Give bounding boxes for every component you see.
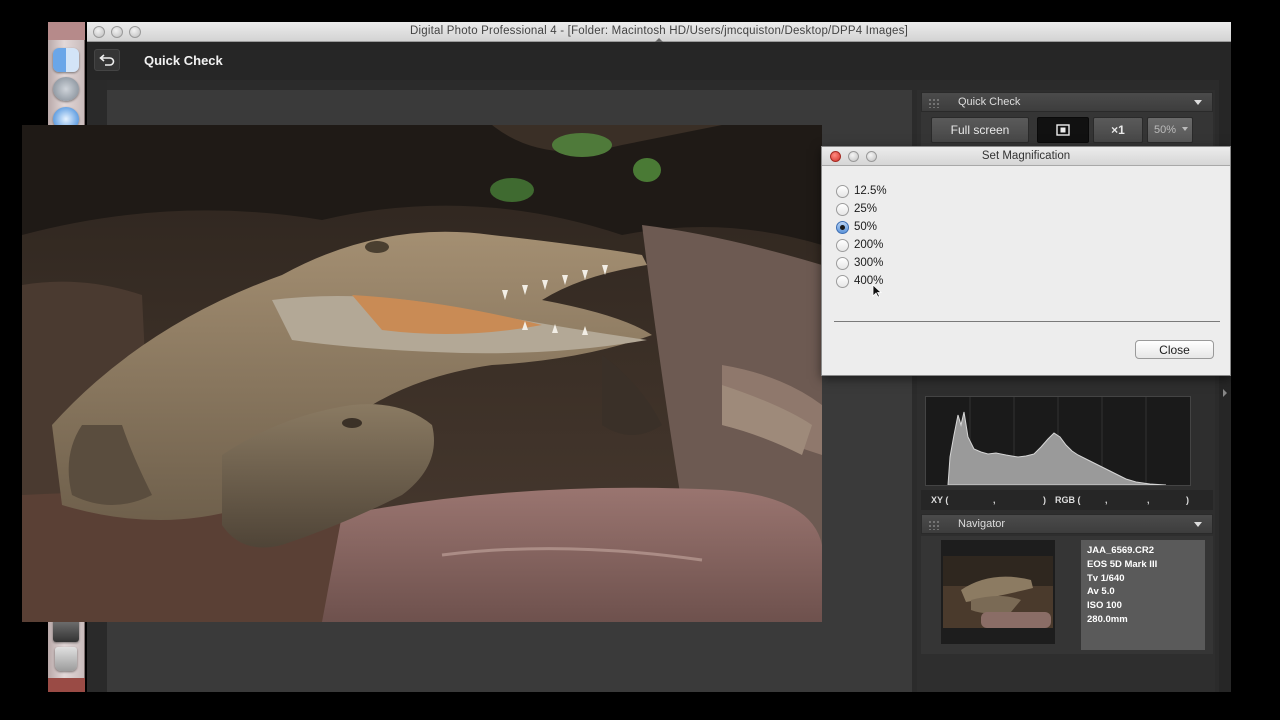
navigator-header-label: Navigator: [958, 518, 1006, 530]
return-arrow-icon: [99, 54, 115, 66]
navigator-body: JAA_6569.CR2 EOS 5D Mark III Tv 1/640 Av…: [921, 536, 1213, 654]
fit-to-window-button[interactable]: [1037, 117, 1089, 143]
radio-button[interactable]: [836, 184, 849, 198]
info-aperture: Av 5.0: [1087, 586, 1115, 598]
xy-separator: ,: [993, 495, 996, 505]
info-iso: ISO 100: [1087, 600, 1122, 612]
collapse-arrow-icon[interactable]: [1194, 100, 1202, 105]
quick-check-header-label: Quick Check: [958, 96, 1021, 108]
navigator-thumbnail[interactable]: [941, 540, 1055, 644]
zoom-level-dropdown[interactable]: 50%: [1147, 117, 1193, 143]
dock-top-edge: [48, 22, 85, 40]
trash-icon[interactable]: [55, 647, 77, 671]
image-info: JAA_6569.CR2 EOS 5D Mark III Tv 1/640 Av…: [1081, 540, 1205, 650]
launchpad-icon[interactable]: [53, 77, 79, 101]
radio-option-300[interactable]: 300%: [836, 255, 883, 271]
radio-option-25[interactable]: 25%: [836, 201, 877, 217]
radio-button-selected[interactable]: [836, 220, 849, 234]
actual-size-label: ×1: [1111, 123, 1125, 137]
navigator-panel-header[interactable]: Navigator: [921, 514, 1213, 534]
radio-button[interactable]: [836, 256, 849, 270]
dropdown-arrow-icon: [1182, 127, 1188, 131]
radio-label: 300%: [854, 257, 884, 269]
preview-photo[interactable]: [22, 125, 822, 622]
radio-label: 25%: [854, 203, 878, 215]
rgb-separator-2: ,: [1147, 495, 1150, 505]
radio-button[interactable]: [836, 202, 849, 216]
radio-button[interactable]: [836, 274, 849, 288]
full-screen-label: Full screen: [950, 123, 1010, 137]
xy-close: ): [1043, 495, 1046, 505]
toolbar-title: Quick Check: [144, 53, 223, 68]
radio-label: 12.5%: [854, 185, 887, 197]
toolbar: Quick Check: [87, 42, 1231, 80]
full-screen-button[interactable]: Full screen: [931, 117, 1029, 143]
info-camera: EOS 5D Mark III: [1087, 558, 1158, 570]
histogram: [925, 396, 1191, 486]
finder-icon[interactable]: [53, 48, 79, 72]
drag-grip-icon[interactable]: [928, 98, 940, 108]
info-shutter: Tv 1/640: [1087, 572, 1125, 584]
radio-option-12-5[interactable]: 12.5%: [836, 183, 887, 199]
close-button-label: Close: [1159, 342, 1190, 357]
screen: 12 ♫ A W X Ps Pr Digital Photo Profess: [0, 0, 1280, 720]
pixel-readout: XY ( , ) RGB ( , , ): [921, 490, 1213, 510]
drag-grip-icon[interactable]: [928, 520, 940, 530]
dialog-title: Set Magnification: [981, 150, 1071, 162]
radio-option-50[interactable]: 50%: [836, 219, 877, 235]
close-button[interactable]: Close: [1135, 340, 1214, 359]
dialog-titlebar[interactable]: Set Magnification: [822, 147, 1230, 166]
radio-label: 200%: [854, 239, 884, 251]
window-titlebar[interactable]: Digital Photo Professional 4 - [Folder: …: [87, 22, 1231, 42]
actual-size-button[interactable]: ×1: [1093, 117, 1143, 143]
set-magnification-dialog: Set Magnification 12.5% 25% 50% 200% 300…: [821, 146, 1231, 376]
quick-check-controls: Full screen ×1 50%: [921, 112, 1213, 146]
collapse-arrow-icon[interactable]: [1194, 522, 1202, 527]
rgb-label: RGB (: [1055, 495, 1081, 505]
dock-bottom-edge: [48, 678, 85, 692]
fit-to-window-icon: [1056, 124, 1070, 136]
quick-check-panel-header[interactable]: Quick Check: [921, 92, 1213, 112]
panel-expand-icon[interactable]: [1222, 388, 1228, 398]
radio-label: 50%: [854, 221, 878, 233]
window-title: Digital Photo Professional 4 - [Folder: …: [409, 25, 908, 37]
radio-button[interactable]: [836, 238, 849, 252]
mouse-cursor-icon: [872, 284, 882, 298]
info-focal-length: 280.0mm: [1087, 613, 1128, 625]
rgb-separator-1: ,: [1105, 495, 1108, 505]
rgb-close: ): [1186, 495, 1189, 505]
zoom-level-value: 50%: [1154, 124, 1177, 136]
dialog-separator: [834, 321, 1220, 322]
xy-label: XY (: [931, 495, 949, 505]
radio-option-200[interactable]: 200%: [836, 237, 883, 253]
info-filename: JAA_6569.CR2: [1087, 545, 1155, 556]
back-button[interactable]: [94, 49, 120, 71]
